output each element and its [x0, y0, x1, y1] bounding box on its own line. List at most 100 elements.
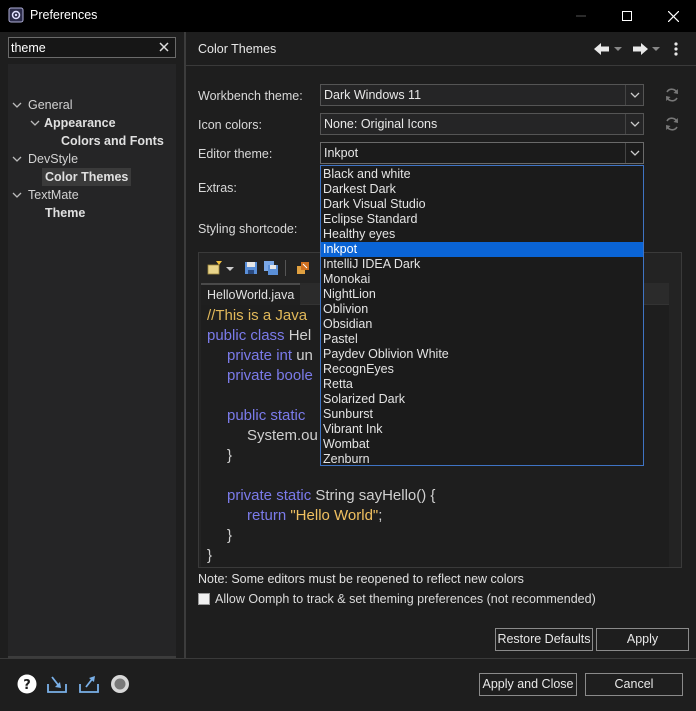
tree-item-appearance[interactable]: Appearance [44, 114, 116, 132]
dropdown-option[interactable]: Pastel [321, 332, 643, 347]
dropdown-option[interactable]: Zenburn [321, 452, 643, 467]
window-title: Preferences [30, 8, 98, 22]
cancel-button[interactable]: Cancel [585, 673, 683, 696]
code-line: } [207, 546, 212, 566]
code-keyword: private boole [227, 367, 313, 384]
dropdown-option[interactable]: Darkest Dark [321, 182, 643, 197]
chevron-down-icon[interactable] [12, 154, 22, 164]
icon-colors-value: None: Original Icons [324, 117, 438, 131]
extras-label: Extras: [198, 181, 237, 195]
chevron-down-icon[interactable] [30, 118, 40, 128]
tree-item-color-themes[interactable]: Color Themes [42, 168, 132, 186]
code-keyword: public static [227, 407, 306, 424]
apply-button[interactable]: Apply [596, 628, 689, 651]
filter-input[interactable] [11, 39, 151, 56]
dropdown-option[interactable]: Dark Visual Studio [321, 197, 643, 212]
dropdown-option[interactable]: Paydev Oblivion White [321, 347, 643, 362]
chevron-down-icon[interactable] [12, 100, 22, 110]
editor-theme-select[interactable]: Inkpot [320, 142, 644, 164]
chevron-down-icon [614, 47, 622, 51]
dropdown-option[interactable]: Obsidian [321, 317, 643, 332]
chevron-down-icon[interactable] [12, 190, 22, 200]
eclipse-app-icon [8, 7, 24, 23]
editor-theme-value: Inkpot [324, 146, 359, 160]
dropdown-option[interactable]: Healthy eyes [321, 227, 643, 242]
dropdown-option[interactable]: NightLion [321, 287, 643, 302]
restore-defaults-button[interactable]: Restore Defaults [495, 628, 593, 651]
dropdown-option[interactable]: Eclipse Standard [321, 212, 643, 227]
export-icon[interactable] [78, 673, 100, 695]
code-string: "Hello World" [290, 507, 379, 524]
clear-filter-icon[interactable] [157, 40, 171, 54]
oomph-checkbox-label[interactable]: Allow Oomph to track & set theming prefe… [215, 592, 596, 606]
dropdown-arrow[interactable] [625, 143, 643, 163]
dropdown-option[interactable]: Solarized Dark [321, 392, 643, 407]
dropdown-option[interactable]: Inkpot [321, 242, 643, 257]
editor-tab-helloworld[interactable]: HelloWorld.java [201, 283, 301, 305]
dropdown-option[interactable]: Sunburst [321, 407, 643, 422]
tree-item-theme[interactable]: Theme [45, 204, 85, 222]
close-icon [667, 10, 679, 22]
dropdown-option[interactable]: Oblivion [321, 302, 643, 317]
code-line: public class Hel [207, 326, 311, 346]
dropdown-arrow[interactable] [625, 85, 643, 105]
refresh-icon[interactable] [664, 116, 680, 132]
editor-theme-label: Editor theme: [198, 147, 273, 161]
forward-button[interactable] [632, 40, 660, 58]
tree-item-colors-and-fonts[interactable]: Colors and Fonts [61, 132, 164, 150]
dropdown-option[interactable]: Vibrant Ink [321, 422, 643, 437]
dialog-button-bar: ? Apply and Close Cancel [0, 658, 696, 711]
workbench-theme-select[interactable]: Dark Windows 11 [320, 84, 644, 106]
page-title: Color Themes [198, 42, 277, 56]
dropdown-option[interactable]: Monokai [321, 272, 643, 287]
code-comment: //This is a Java [207, 307, 308, 324]
tree-item-general[interactable]: General [28, 96, 72, 114]
reopen-note: Note: Some editors must be reopened to r… [198, 572, 524, 586]
dropdown-arrow[interactable] [625, 114, 643, 134]
oomph-checkbox-row[interactable]: Allow Oomph to track & set theming prefe… [198, 591, 596, 607]
svg-text:?: ? [23, 678, 31, 693]
apply-and-close-button[interactable]: Apply and Close [479, 673, 577, 696]
save-all-icon[interactable] [263, 260, 279, 276]
tree-item-devstyle[interactable]: DevStyle [28, 150, 78, 168]
close-button[interactable] [650, 0, 696, 32]
code-keyword: private int [227, 347, 297, 364]
minimize-button[interactable] [558, 0, 604, 32]
chevron-down-icon [630, 150, 639, 156]
save-icon[interactable] [243, 260, 259, 276]
chevron-down-icon [630, 121, 639, 127]
oomph-checkbox[interactable] [198, 593, 210, 605]
icon-colors-label: Icon colors: [198, 118, 262, 132]
filter-field[interactable] [8, 37, 176, 58]
open-type-icon[interactable] [295, 260, 311, 276]
editor-theme-dropdown-list[interactable]: Black and white Darkest Dark Dark Visual S… [320, 165, 644, 466]
code-line: private int un [227, 346, 313, 366]
help-icon[interactable]: ? [16, 673, 38, 695]
chevron-down-icon[interactable] [226, 266, 234, 272]
refresh-icon[interactable] [664, 87, 680, 103]
arrow-right-icon [633, 43, 648, 55]
new-file-icon[interactable] [207, 260, 223, 276]
import-icon[interactable] [46, 673, 68, 695]
back-button[interactable] [594, 40, 622, 58]
code-line: return "Hello World"; [247, 506, 382, 526]
toolbar-separator [285, 260, 286, 276]
more-vertical-icon [674, 42, 678, 56]
code-line: public static [227, 406, 305, 426]
view-menu-button[interactable] [674, 40, 678, 58]
code-text: } [227, 447, 233, 464]
tree-item-textmate[interactable]: TextMate [28, 186, 79, 204]
code-line: //This is a Java [207, 306, 307, 326]
dropdown-option[interactable]: Wombat [321, 437, 643, 452]
chevron-down-icon [652, 47, 660, 51]
dropdown-option[interactable]: RecognEyes [321, 362, 643, 377]
dropdown-option[interactable]: Retta [321, 377, 643, 392]
dropdown-option[interactable]: Black and white [321, 167, 643, 182]
record-icon[interactable] [109, 673, 131, 695]
dropdown-option[interactable]: IntelliJ IDEA Dark [321, 257, 643, 272]
icon-colors-select[interactable]: None: Original Icons [320, 113, 644, 135]
code-keyword: return [247, 507, 291, 524]
maximize-button[interactable] [604, 0, 650, 32]
code-line: } [227, 526, 232, 546]
code-text: } [227, 527, 233, 544]
